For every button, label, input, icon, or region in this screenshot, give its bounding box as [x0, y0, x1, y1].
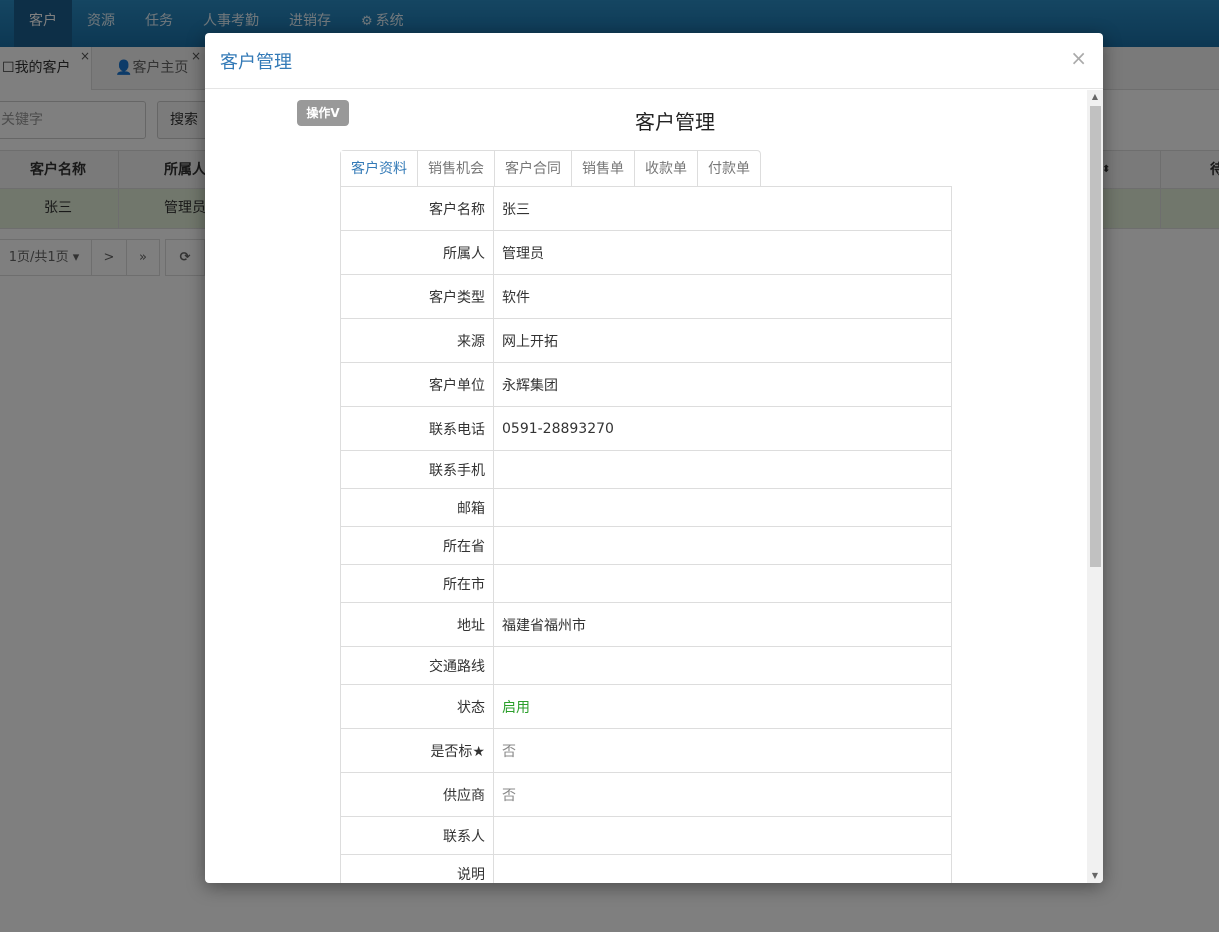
field-value: 否	[493, 772, 952, 817]
modal-body: 操作V 客户管理 客户资料 销售机会 客户合同 销售单 收款单 付款单 客户名称…	[205, 90, 1087, 883]
field-label: 供应商	[340, 772, 494, 817]
field-value	[493, 450, 952, 489]
scroll-thumb[interactable]	[1090, 106, 1101, 567]
field-label: 所属人	[340, 230, 494, 275]
detail-tabs: 客户资料 销售机会 客户合同 销售单 收款单 付款单	[340, 150, 761, 187]
field-label: 地址	[340, 602, 494, 647]
field-value: 网上开拓	[493, 318, 952, 363]
tab-payment[interactable]: 付款单	[698, 151, 760, 187]
field-value	[493, 564, 952, 603]
field-value	[493, 646, 952, 685]
tab-receipt[interactable]: 收款单	[635, 151, 698, 187]
field-label: 联系电话	[340, 406, 494, 451]
field-value	[493, 816, 952, 855]
page-title: 客户管理	[635, 110, 715, 134]
status-badge: 启用	[493, 684, 952, 729]
close-icon[interactable]: ×	[1070, 46, 1087, 70]
field-label: 是否标★	[340, 728, 494, 773]
field-label: 所在省	[340, 526, 494, 565]
field-value	[493, 488, 952, 527]
field-label: 客户单位	[340, 362, 494, 407]
scroll-down-icon[interactable]: ▼	[1087, 869, 1103, 883]
tab-sales-opportunity[interactable]: 销售机会	[418, 151, 495, 187]
field-label: 所在市	[340, 564, 494, 603]
scroll-up-icon[interactable]: ▲	[1087, 90, 1103, 104]
modal-header: 客户管理 ×	[205, 33, 1103, 89]
field-value: 福建省福州市	[493, 602, 952, 647]
tab-customer-info[interactable]: 客户资料	[341, 151, 418, 187]
field-value: 管理员	[493, 230, 952, 275]
field-value: 永辉集团	[493, 362, 952, 407]
field-value: 否	[493, 728, 952, 773]
field-label: 邮箱	[340, 488, 494, 527]
field-label: 交通路线	[340, 646, 494, 685]
field-label: 说明	[340, 854, 494, 883]
tab-customer-contract[interactable]: 客户合同	[495, 151, 572, 187]
field-label: 客户类型	[340, 274, 494, 319]
field-label: 联系人	[340, 816, 494, 855]
customer-modal: 客户管理 × 操作V 客户管理 客户资料 销售机会 客户合同 销售单 收款单 付…	[205, 33, 1103, 883]
field-label: 联系手机	[340, 450, 494, 489]
field-label: 客户名称	[340, 186, 494, 231]
field-label: 来源	[340, 318, 494, 363]
tab-sales-order[interactable]: 销售单	[572, 151, 635, 187]
field-value	[493, 854, 952, 883]
modal-scrollbar[interactable]: ▲ ▼	[1087, 90, 1103, 883]
field-value: 软件	[493, 274, 952, 319]
field-value: 0591-28893270	[493, 406, 952, 451]
customer-detail-table: 客户名称 张三 所属人 管理员 客户类型 软件 来源 网上开拓 客户单位 永辉集团 联系电…	[340, 186, 952, 883]
modal-title: 客户管理	[220, 52, 292, 73]
field-label: 状态	[340, 684, 494, 729]
field-value: 张三	[493, 186, 952, 231]
field-value	[493, 526, 952, 565]
